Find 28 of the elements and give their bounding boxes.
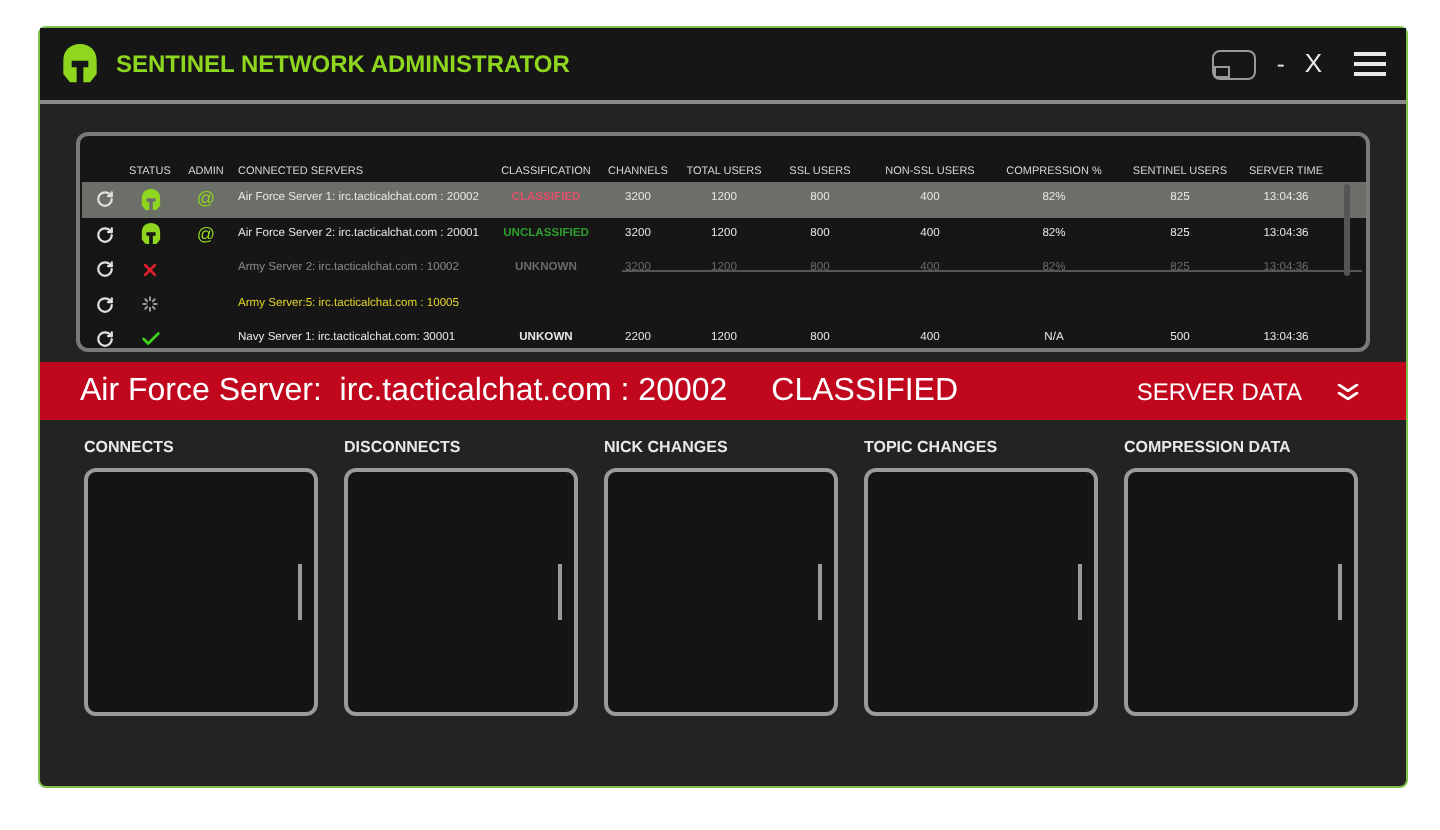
- panel-title: NICK CHANGES: [604, 436, 730, 460]
- window-title: SENTINEL NETWORK ADMINISTRATOR: [116, 48, 570, 82]
- minimize-button[interactable]: -: [1276, 46, 1285, 82]
- panel-title: DISCONNECTS: [344, 436, 463, 460]
- scroll-handle[interactable]: [1078, 564, 1082, 620]
- window-icon: [1214, 65, 1231, 77]
- logo-icon: [60, 42, 100, 86]
- scroll-handle[interactable]: [558, 564, 562, 620]
- admin-mark: @: [196, 186, 216, 212]
- restore-button[interactable]: [1212, 49, 1257, 79]
- scroll-handle[interactable]: [818, 564, 822, 620]
- close-button[interactable]: X: [1304, 44, 1322, 84]
- refresh-icon[interactable]: [95, 225, 113, 244]
- panel-title: CONNECTS: [84, 436, 176, 460]
- admin-mark: @: [196, 221, 216, 247]
- scroll-handle[interactable]: [1338, 564, 1342, 620]
- scroll-handle[interactable]: [298, 564, 302, 620]
- helmet-icon: [139, 222, 161, 247]
- panel-title: TOPIC CHANGES: [864, 436, 1000, 460]
- server-data-button[interactable]: SERVER DATA: [1136, 373, 1366, 409]
- banner-classification: CLASSIFIED: [771, 371, 959, 411]
- helmet-icon: [139, 187, 161, 212]
- banner-server: Air Force Server: irc.tacticalchat.com : 20002: [80, 371, 728, 411]
- refresh-icon[interactable]: [95, 295, 113, 314]
- panel-title: COMPRESSION DATA: [1124, 436, 1293, 460]
- scrollbar-thumb[interactable]: [1344, 184, 1350, 276]
- refresh-icon[interactable]: [95, 330, 113, 349]
- menu-button[interactable]: [1354, 52, 1386, 76]
